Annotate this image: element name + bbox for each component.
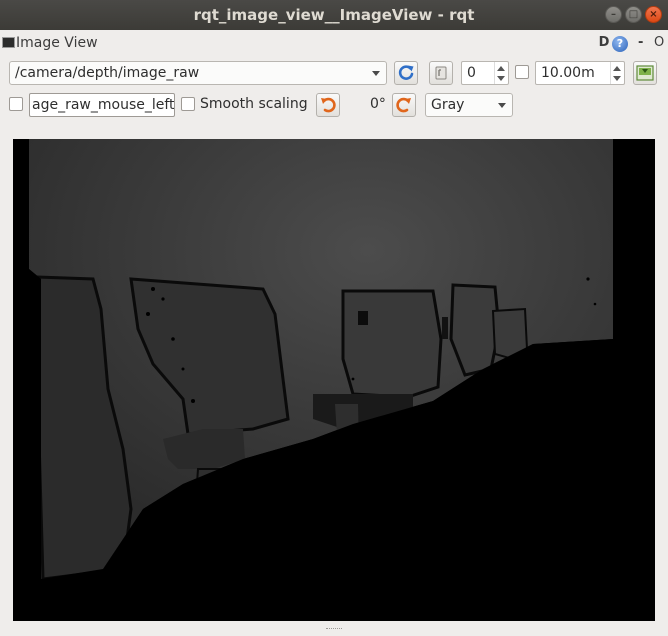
topic-select-value: /camera/depth/image_raw bbox=[15, 65, 200, 81]
dock-title: Image View bbox=[16, 35, 98, 51]
dock-close-button[interactable]: O bbox=[654, 35, 664, 50]
dock-minimize-button[interactable]: - bbox=[638, 35, 643, 50]
mouse-topic-value: age_raw_mouse_left bbox=[32, 97, 175, 113]
minimize-button[interactable]: – bbox=[605, 6, 622, 23]
color-scheme-select[interactable]: Gray bbox=[425, 93, 513, 117]
image-display[interactable] bbox=[13, 139, 655, 621]
rotate-right-icon bbox=[396, 97, 411, 113]
page-icon bbox=[435, 66, 447, 80]
smooth-scaling-checkbox[interactable] bbox=[181, 97, 195, 111]
save-image-icon bbox=[636, 65, 654, 81]
window-controls: – □ × bbox=[605, 6, 662, 23]
dock-window-icon bbox=[2, 37, 15, 48]
window-title: rqt_image_view__ImageView - rqt bbox=[193, 6, 475, 24]
rotate-left-icon bbox=[321, 97, 336, 113]
rotate-right-button[interactable] bbox=[392, 93, 416, 117]
window-titlebar: rqt_image_view__ImageView - rqt – □ × bbox=[0, 0, 668, 30]
mouse-topic-input[interactable]: age_raw_mouse_left bbox=[29, 93, 175, 117]
timeout-spinbox[interactable]: 10.00m bbox=[535, 61, 625, 85]
close-button[interactable]: × bbox=[645, 6, 662, 23]
navigate-first-button[interactable] bbox=[429, 61, 453, 85]
timeout-value: 10.00m bbox=[541, 65, 595, 81]
dock-d-button[interactable]: D bbox=[597, 35, 611, 51]
smooth-scaling-label: Smooth scaling bbox=[200, 96, 308, 112]
topic-select[interactable]: /camera/depth/image_raw bbox=[9, 61, 387, 85]
spin-down-icon[interactable] bbox=[497, 76, 505, 81]
spin-down-icon[interactable] bbox=[613, 76, 621, 81]
refresh-topics-button[interactable] bbox=[394, 61, 418, 85]
frame-index-value: 0 bbox=[467, 65, 476, 81]
frame-index-spinbox[interactable]: 0 bbox=[461, 61, 509, 85]
save-image-button[interactable] bbox=[633, 61, 657, 85]
refresh-icon bbox=[398, 65, 414, 80]
dock-header: Image View D ? - O bbox=[0, 33, 668, 55]
spin-up-icon[interactable] bbox=[497, 66, 505, 71]
maximize-button[interactable]: □ bbox=[625, 6, 642, 23]
resize-grip[interactable] bbox=[326, 628, 342, 631]
chevron-down-icon bbox=[372, 71, 380, 76]
chevron-down-icon bbox=[498, 103, 506, 108]
spin-up-icon[interactable] bbox=[613, 66, 621, 71]
help-icon[interactable]: ? bbox=[612, 36, 628, 52]
mouse-publish-checkbox[interactable] bbox=[9, 97, 23, 111]
rotation-label: 0° bbox=[370, 96, 386, 112]
color-scheme-value: Gray bbox=[431, 97, 465, 113]
rotate-left-button[interactable] bbox=[316, 93, 340, 117]
depth-image bbox=[13, 139, 655, 621]
timeout-checkbox[interactable] bbox=[515, 65, 529, 79]
